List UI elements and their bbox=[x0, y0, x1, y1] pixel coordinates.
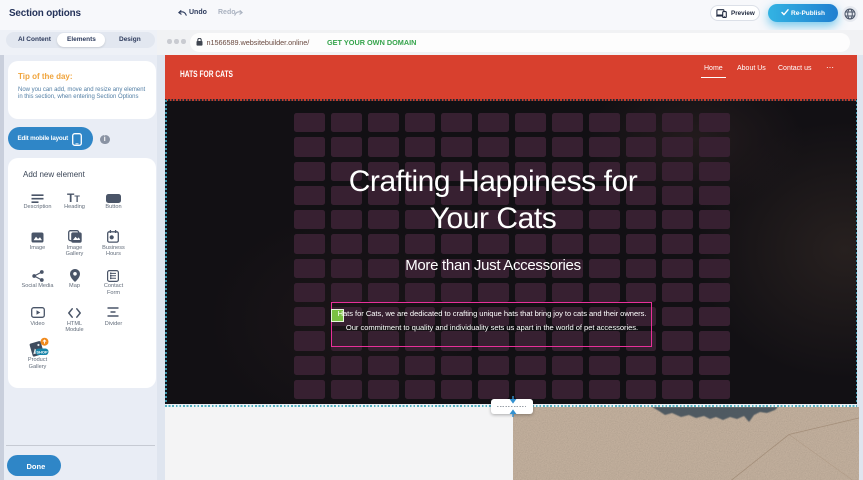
svg-text:SHOP: SHOP bbox=[36, 349, 48, 354]
